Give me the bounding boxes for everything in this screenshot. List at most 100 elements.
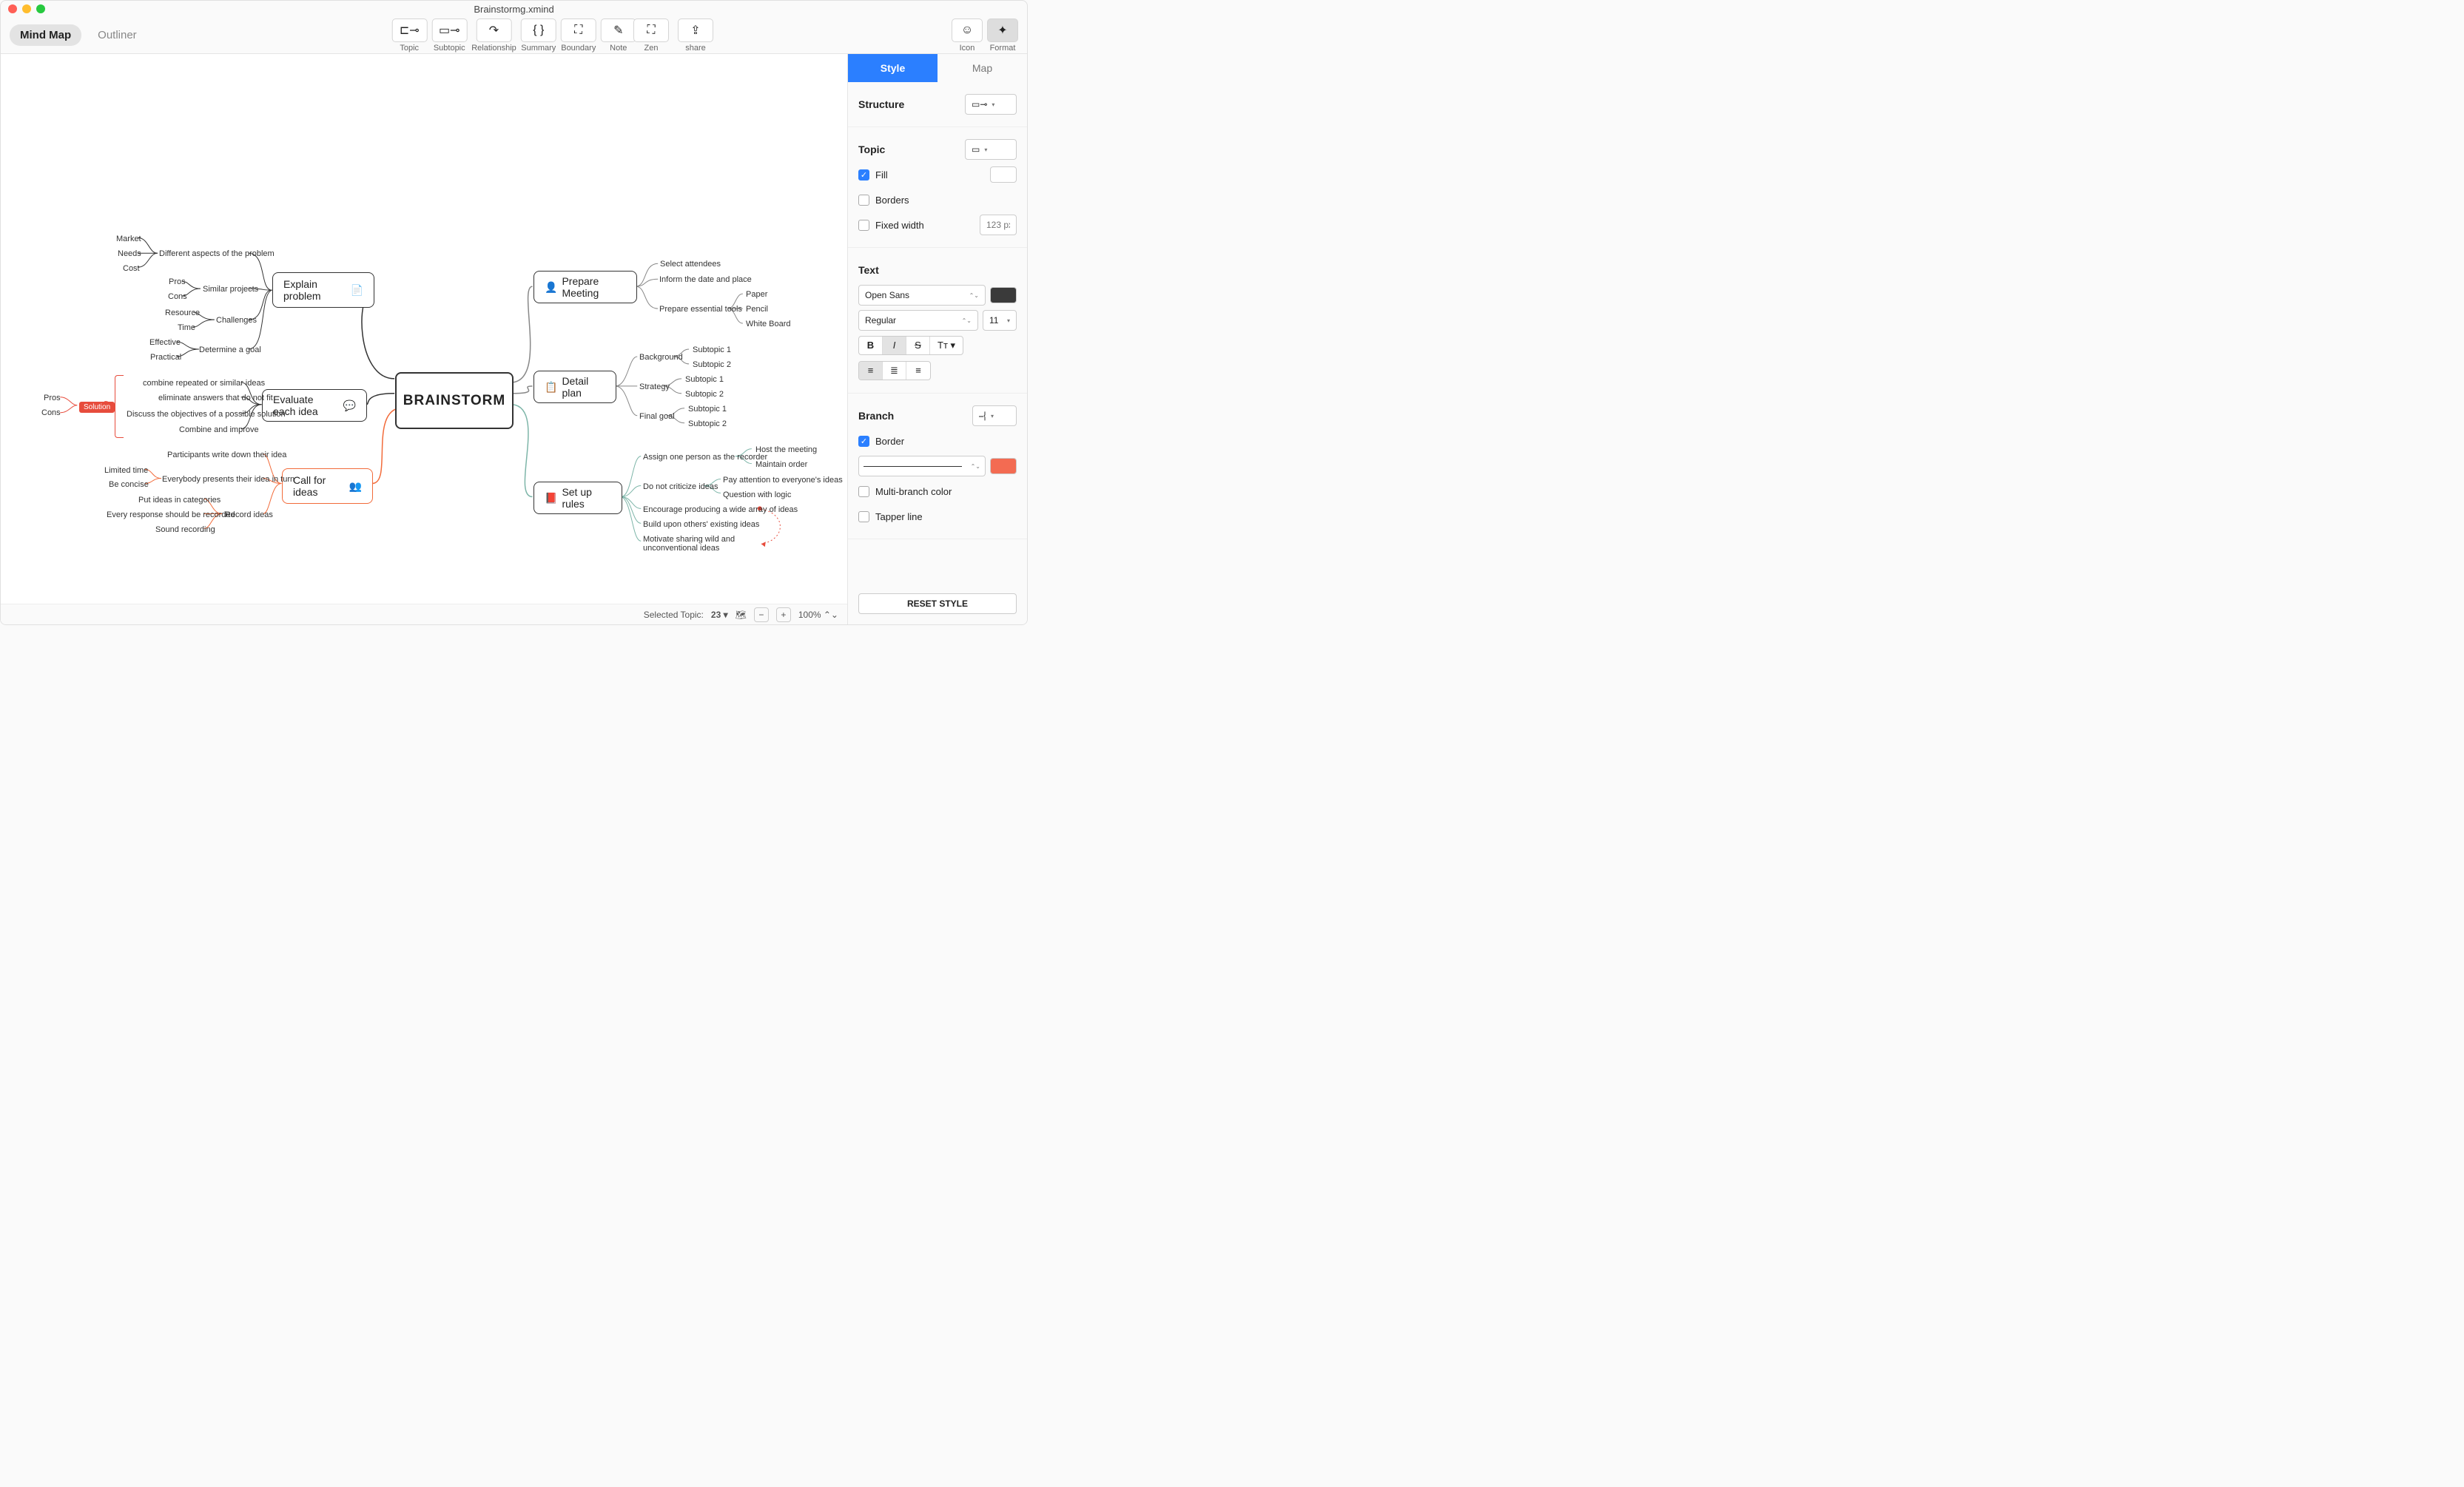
zoom-in-button[interactable]: + xyxy=(776,607,791,622)
leaf[interactable]: Challenges xyxy=(216,316,257,325)
leaf[interactable]: Time xyxy=(178,323,195,332)
leaf[interactable]: Pros xyxy=(44,394,61,402)
leaf[interactable]: Subtopic 1 xyxy=(685,375,724,384)
leaf[interactable]: Pay attention to everyone's ideas xyxy=(723,476,843,485)
leaf[interactable]: Participants write down their idea xyxy=(167,451,286,459)
leaf[interactable]: Sound recording xyxy=(155,525,215,534)
leaf[interactable]: combine repeated or similar ideas xyxy=(143,379,265,388)
leaf[interactable]: Strategy xyxy=(639,382,670,391)
tab-outliner[interactable]: Outliner xyxy=(87,24,147,46)
leaf[interactable]: Paper xyxy=(746,290,767,299)
leaf[interactable]: Maintain order xyxy=(755,460,807,469)
reset-style-button[interactable]: RESET STYLE xyxy=(858,593,1017,614)
leaf[interactable]: Subtopic 1 xyxy=(688,405,727,414)
tool-topic[interactable]: ⊏⊸Topic xyxy=(391,18,427,53)
leaf[interactable]: Every response should be recorded xyxy=(107,510,235,519)
leaf[interactable]: Market xyxy=(116,235,141,243)
leaf[interactable]: Inform the date and place xyxy=(659,275,752,284)
align-center-button[interactable]: ≣ xyxy=(883,362,906,380)
leaf[interactable]: Final goal xyxy=(639,412,675,421)
check-border[interactable]: ✓ xyxy=(858,436,869,447)
textcase-button[interactable]: Tᴛ ▾ xyxy=(930,337,963,354)
leaf[interactable]: Different aspects of the problem xyxy=(159,249,275,258)
tool-relationship[interactable]: ↷Relationship xyxy=(471,18,516,53)
tool-summary[interactable]: { }Summary xyxy=(521,18,556,53)
node-detail[interactable]: 📋Detail plan xyxy=(533,371,616,403)
align-right-button[interactable]: ≡ xyxy=(906,362,930,380)
tool-subtopic[interactable]: ▭⊸Subtopic xyxy=(431,18,467,53)
leaf[interactable]: Do not criticize ideas xyxy=(643,482,718,491)
leaf[interactable]: Pros xyxy=(169,277,186,286)
node-prepare[interactable]: 👤Prepare Meeting xyxy=(533,271,637,303)
leaf[interactable]: Discuss the objectives of a possible sol… xyxy=(127,410,286,419)
strike-button[interactable]: S xyxy=(906,337,930,354)
zoom-out-button[interactable]: − xyxy=(754,607,769,622)
leaf[interactable]: Prepare essential tools xyxy=(659,305,742,314)
weight-select[interactable]: Regular⌃⌄ xyxy=(858,310,978,331)
size-select[interactable]: 11▾ xyxy=(983,310,1017,331)
structure-select[interactable]: ▭⊸ ▾ xyxy=(965,94,1017,115)
node-explain[interactable]: Explain problem📄 xyxy=(272,272,374,308)
leaf[interactable]: Everybody presents their idea in turn xyxy=(162,475,294,484)
leaf[interactable]: eliminate answers that do not fit xyxy=(158,394,273,402)
check-tapper[interactable] xyxy=(858,511,869,522)
selected-count[interactable]: 23 ▾ xyxy=(711,610,728,620)
canvas[interactable]: BRAINSTORM Explain problem📄 Evaluate eac… xyxy=(1,54,847,624)
leaf[interactable]: Cons xyxy=(41,408,61,417)
leaf[interactable]: Cons xyxy=(168,292,187,301)
map-overview-icon[interactable]: 🗺 xyxy=(736,610,747,620)
border-line-select[interactable]: ⌃⌄ xyxy=(858,456,986,476)
leaf[interactable]: Combine and improve xyxy=(179,425,259,434)
check-fill[interactable]: ✓ xyxy=(858,169,869,181)
font-select[interactable]: Open Sans⌃⌄ xyxy=(858,285,986,306)
leaf[interactable]: Subtopic 2 xyxy=(685,390,724,399)
check-fixedwidth[interactable] xyxy=(858,220,869,231)
node-call[interactable]: Call for ideas👥 xyxy=(282,468,373,504)
leaf[interactable]: Determine a goal xyxy=(199,345,261,354)
branch-style-select[interactable]: ⎯⎨ ▾ xyxy=(972,405,1017,426)
leaf[interactable]: Needs xyxy=(118,249,141,258)
italic-button[interactable]: I xyxy=(883,337,906,354)
node-rules[interactable]: 📕Set up rules xyxy=(533,482,622,514)
leaf[interactable]: Background xyxy=(639,353,683,362)
leaf[interactable]: Question with logic xyxy=(723,490,791,499)
leaf[interactable]: Similar projects xyxy=(203,285,258,294)
leaf[interactable]: Assign one person as the recorder xyxy=(643,453,767,462)
topic-shape-select[interactable]: ▭ ▾ xyxy=(965,139,1017,160)
panel-tab-style[interactable]: Style xyxy=(848,54,938,82)
panel-tab-map[interactable]: Map xyxy=(938,54,1027,82)
leaf[interactable]: Effective xyxy=(149,338,181,347)
leaf[interactable]: Encourage producing a wide array of idea… xyxy=(643,505,798,514)
leaf[interactable]: Limited time xyxy=(104,466,148,475)
leaf[interactable]: Select attendees xyxy=(660,260,721,269)
leaf[interactable]: Put ideas in categories xyxy=(138,496,221,505)
tool-share[interactable]: ⇪share xyxy=(678,18,713,53)
text-color[interactable] xyxy=(990,287,1017,303)
leaf[interactable]: Motivate sharing wild and unconventional… xyxy=(643,535,761,553)
check-multibranch[interactable] xyxy=(858,486,869,497)
leaf[interactable]: Subtopic 1 xyxy=(693,345,731,354)
leaf[interactable]: Subtopic 2 xyxy=(693,360,731,369)
leaf[interactable]: Build upon others' existing ideas xyxy=(643,520,759,529)
fill-color[interactable] xyxy=(990,166,1017,183)
fixedwidth-input[interactable] xyxy=(980,215,1017,235)
tool-format[interactable]: ✦Format xyxy=(987,18,1018,53)
align-left-button[interactable]: ≡ xyxy=(859,362,883,380)
tab-mindmap[interactable]: Mind Map xyxy=(10,24,81,46)
tool-note[interactable]: ✎Note xyxy=(601,18,636,53)
tool-icon[interactable]: ☺Icon xyxy=(952,18,983,53)
node-solution[interactable]: Solution xyxy=(79,402,115,413)
leaf[interactable]: White Board xyxy=(746,320,791,328)
bold-button[interactable]: B xyxy=(859,337,883,354)
leaf[interactable]: Practical xyxy=(150,353,181,362)
tool-zen[interactable]: ⛶Zen xyxy=(633,18,669,53)
node-center[interactable]: BRAINSTORM xyxy=(395,372,514,429)
leaf[interactable]: Be concise xyxy=(109,480,149,489)
leaf[interactable]: Pencil xyxy=(746,305,768,314)
leaf[interactable]: Resource xyxy=(165,308,200,317)
check-borders[interactable] xyxy=(858,195,869,206)
leaf[interactable]: Cost xyxy=(123,264,140,273)
leaf[interactable]: Subtopic 2 xyxy=(688,419,727,428)
border-color[interactable] xyxy=(990,458,1017,474)
zoom-level[interactable]: 100% ⌃⌄ xyxy=(798,610,838,620)
